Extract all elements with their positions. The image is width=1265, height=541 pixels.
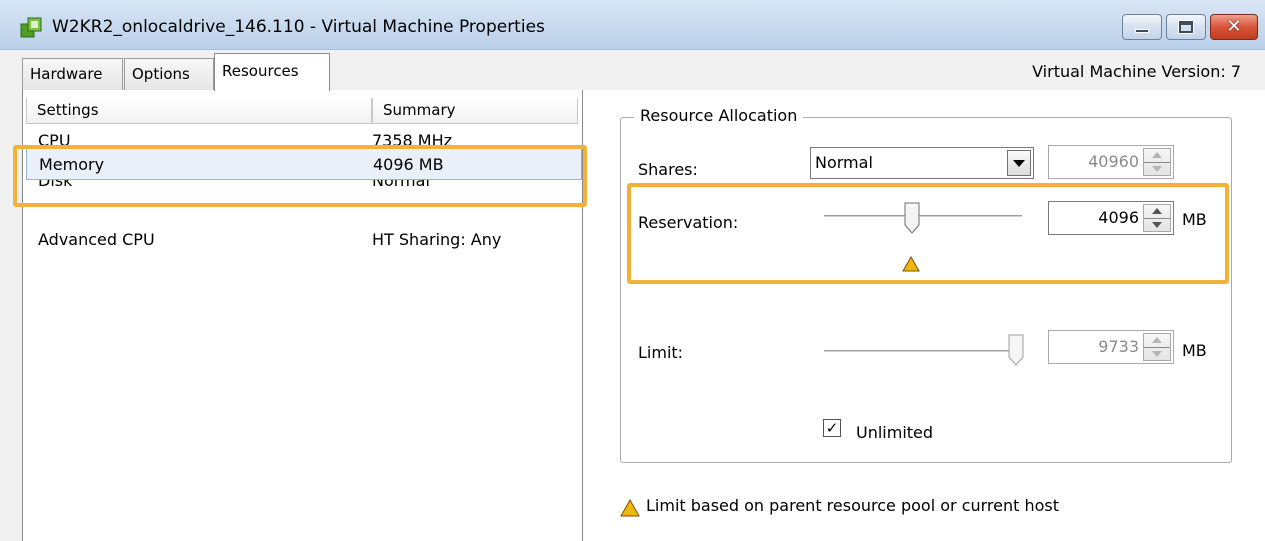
reservation-slider-track[interactable]: [824, 215, 1022, 218]
chevron-down-icon: [1013, 159, 1025, 167]
limit-spinbox: 9733: [1048, 330, 1174, 364]
close-button[interactable]: ✕: [1210, 14, 1258, 40]
warning-icon: [902, 256, 920, 272]
column-header-settings[interactable]: Settings: [26, 98, 372, 124]
tab-options[interactable]: Options: [124, 58, 214, 90]
shares-selected-value: Normal: [815, 153, 873, 172]
spin-up-icon: [1152, 152, 1162, 158]
tab-resources[interactable]: Resources: [214, 53, 330, 91]
shares-spinbox: 40960: [1048, 145, 1174, 179]
limit-unit: MB: [1182, 341, 1207, 360]
resources-panel: Settings Summary CPU 7358 MHz Memory 409…: [0, 90, 1265, 541]
shares-label: Shares:: [638, 160, 698, 179]
limit-spin-arrows: [1143, 333, 1171, 361]
list-item-advanced-cpu[interactable]: Advanced CPU HT Sharing: Any: [26, 228, 582, 258]
spin-down-icon: [1152, 166, 1162, 172]
tab-hardware[interactable]: Hardware: [22, 58, 123, 90]
minimize-button[interactable]: [1122, 14, 1162, 40]
reservation-spinbox[interactable]: 4096: [1048, 201, 1174, 235]
unlimited-checkbox[interactable]: ✓: [823, 419, 841, 437]
spin-down-icon: [1152, 351, 1162, 357]
settings-list-header: Settings Summary: [26, 98, 582, 124]
limit-slider-thumb: [1008, 334, 1024, 366]
warning-icon: [620, 499, 640, 517]
minimize-icon: [1135, 29, 1149, 33]
list-item-cpu[interactable]: CPU 7358 MHz: [26, 125, 582, 147]
limit-note: Limit based on parent resource pool or c…: [646, 496, 1060, 515]
resource-allocation-legend: Resource Allocation: [634, 106, 804, 125]
window-title: W2KR2_onlocaldrive_146.110 - Virtual Mac…: [52, 17, 545, 37]
maximize-icon: [1178, 20, 1194, 34]
vm-version-label: Virtual Machine Version: 7: [1032, 62, 1241, 81]
spin-down-icon[interactable]: [1152, 222, 1162, 228]
reservation-unit: MB: [1182, 210, 1207, 229]
limit-value: 9733: [1098, 337, 1139, 356]
list-item-disk[interactable]: Disk Normal: [26, 180, 582, 208]
close-icon: ✕: [1226, 16, 1242, 37]
vm-app-icon: [20, 17, 42, 38]
limit-slider-track: [824, 350, 1022, 353]
maximize-button[interactable]: [1166, 14, 1206, 40]
shares-dropdown[interactable]: Normal: [810, 147, 1034, 179]
checkmark-icon: ✓: [825, 418, 839, 437]
spin-up-icon[interactable]: [1152, 208, 1162, 214]
reservation-spin-arrows[interactable]: [1143, 204, 1171, 232]
shares-spin-arrows: [1143, 148, 1171, 176]
shares-value: 40960: [1088, 152, 1139, 171]
dropdown-arrow-button[interactable]: [1007, 150, 1031, 176]
setting-summary: HT Sharing: Any: [372, 230, 502, 249]
column-header-summary[interactable]: Summary: [372, 98, 578, 124]
reservation-value[interactable]: 4096: [1098, 208, 1139, 227]
setting-summary: Normal: [372, 180, 430, 190]
reservation-slider-thumb[interactable]: [904, 202, 920, 234]
left-gutter: [0, 90, 22, 541]
list-item-memory[interactable]: Memory 4096 MB: [26, 148, 582, 180]
setting-name: Advanced CPU: [38, 230, 155, 249]
setting-name: Disk: [38, 180, 73, 190]
setting-name: CPU: [38, 131, 71, 147]
limit-label: Limit:: [638, 343, 684, 362]
tab-strip: Hardware Options Resources Virtual Machi…: [0, 50, 1265, 91]
unlimited-label[interactable]: Unlimited: [856, 423, 933, 442]
reservation-label: Reservation:: [638, 213, 739, 232]
title-bar: W2KR2_onlocaldrive_146.110 - Virtual Mac…: [0, 0, 1265, 50]
spin-up-icon: [1152, 337, 1162, 343]
setting-name: Memory: [39, 155, 105, 174]
setting-summary: 7358 MHz: [372, 131, 453, 147]
setting-summary: 4096 MB: [373, 155, 444, 174]
